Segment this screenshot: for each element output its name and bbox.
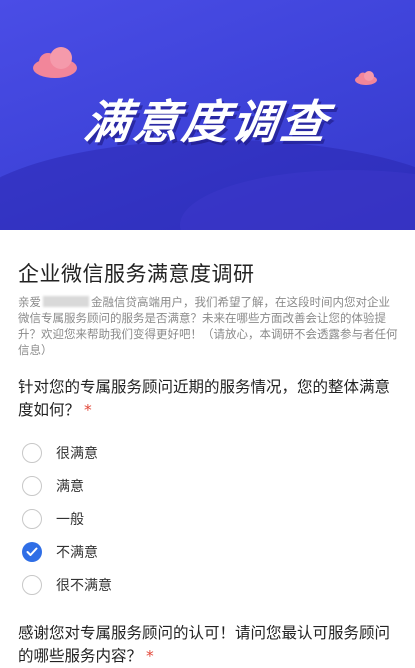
option-label: 一般 <box>56 511 84 528</box>
required-mark: * <box>84 401 92 419</box>
option-neutral[interactable]: 一般 <box>22 502 382 535</box>
question-2-text: 感谢您对专属服务顾问的认可！请问您最认可服务顾问的哪些服务内容？ <box>18 624 391 665</box>
survey-intro: 亲爱 金融信贷高端用户，我们希望了解，在这段时间内您对企业微信专属服务顾问的服务是… <box>18 294 398 358</box>
survey-banner: 满意度调查 <box>0 0 415 230</box>
radio-button[interactable] <box>22 442 42 463</box>
question-1-options: 很满意 满意 一般 不满意 很不满意 <box>22 436 382 601</box>
option-label: 很满意 <box>56 445 98 462</box>
radio-button[interactable] <box>22 574 42 595</box>
option-satisfied[interactable]: 满意 <box>22 469 382 502</box>
required-mark: * <box>146 647 154 665</box>
survey-title: 企业微信服务满意度调研 <box>18 262 255 286</box>
checkmark-icon <box>26 547 38 556</box>
radio-button[interactable] <box>22 475 42 496</box>
radio-button-checked[interactable] <box>22 541 42 562</box>
cloud-icon <box>355 71 377 85</box>
redacted-username <box>43 296 89 307</box>
option-very-satisfied[interactable]: 很满意 <box>22 436 382 469</box>
question-2-title: 感谢您对专属服务顾问的认可！请问您最认可服务顾问的哪些服务内容？ * <box>18 622 398 668</box>
question-1-title: 针对您的专属服务顾问近期的服务情况，您的整体满意度如何？ * <box>18 376 398 422</box>
cloud-icon <box>33 47 77 78</box>
intro-prefix: 亲爱 <box>18 295 41 309</box>
question-1-text: 针对您的专属服务顾问近期的服务情况，您的整体满意度如何？ <box>18 378 391 419</box>
option-very-dissatisfied[interactable]: 很不满意 <box>22 568 382 601</box>
option-label: 很不满意 <box>56 577 112 594</box>
radio-button[interactable] <box>22 508 42 529</box>
option-label: 不满意 <box>56 544 98 561</box>
option-label: 满意 <box>56 478 84 495</box>
banner-title: 满意度调查 <box>80 95 334 149</box>
option-dissatisfied[interactable]: 不满意 <box>22 535 382 568</box>
